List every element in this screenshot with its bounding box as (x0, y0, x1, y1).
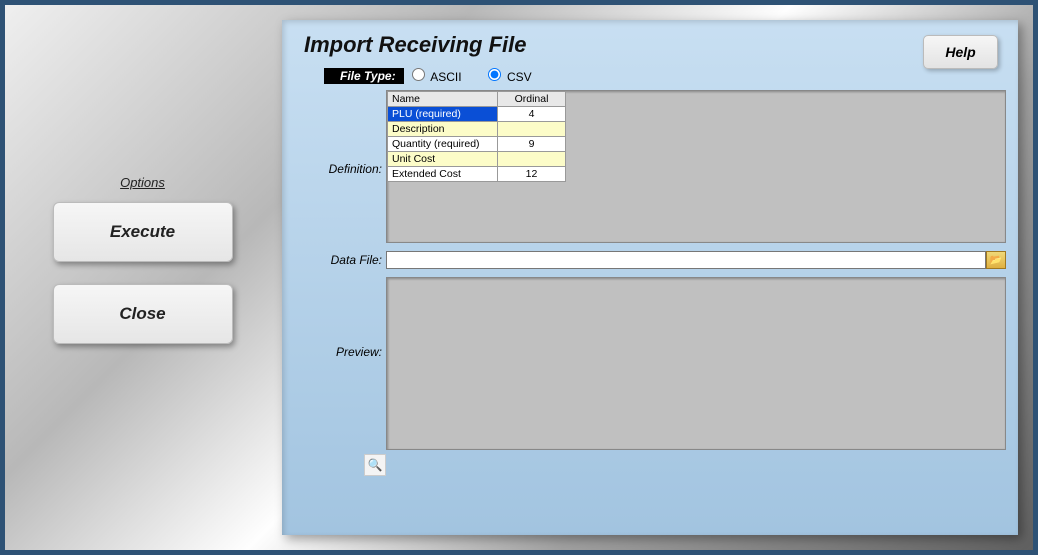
table-row[interactable]: PLU (required)4 (388, 107, 566, 122)
col-header-ordinal[interactable]: Ordinal (498, 92, 566, 107)
radio-ascii-label: ASCII (430, 70, 461, 84)
table-row[interactable]: Description (388, 122, 566, 137)
browse-folder-button[interactable]: 📂 (986, 251, 1006, 269)
definition-label: Definition: (304, 90, 386, 176)
cell-ordinal[interactable]: 12 (498, 167, 566, 182)
radio-csv[interactable] (488, 68, 501, 81)
cell-name[interactable]: Description (388, 122, 498, 137)
table-row[interactable]: Extended Cost12 (388, 167, 566, 182)
data-file-input[interactable] (386, 251, 986, 269)
filetype-option-ascii[interactable]: ASCII (412, 68, 462, 84)
data-file-row: Data File: 📂 (304, 251, 1006, 269)
table-row[interactable]: Quantity (required)9 (388, 137, 566, 152)
data-file-wrap: 📂 (386, 251, 1006, 269)
magnify-button[interactable]: 🔍 (364, 454, 386, 476)
cell-ordinal[interactable]: 4 (498, 107, 566, 122)
cell-ordinal[interactable] (498, 122, 566, 137)
radio-ascii[interactable] (412, 68, 425, 81)
page-title: Import Receiving File (304, 32, 1006, 58)
radio-csv-label: CSV (507, 70, 532, 84)
col-header-name[interactable]: Name (388, 92, 498, 107)
definition-table[interactable]: Name Ordinal PLU (required)4DescriptionQ… (387, 91, 566, 182)
cell-name[interactable]: PLU (required) (388, 107, 498, 122)
preview-row: Preview: (304, 277, 1006, 450)
cell-name[interactable]: Extended Cost (388, 167, 498, 182)
magnify-icon: 🔍 (368, 458, 383, 472)
filetype-row: File Type: ASCII CSV (324, 68, 1006, 84)
cell-name[interactable]: Quantity (required) (388, 137, 498, 152)
options-label: Options (120, 175, 165, 190)
filetype-label: File Type: (324, 68, 404, 84)
definition-row: Definition: Name Ordinal PLU (required)4… (304, 90, 1006, 243)
close-button[interactable]: Close (53, 284, 233, 344)
cell-name[interactable]: Unit Cost (388, 152, 498, 167)
definition-box: Name Ordinal PLU (required)4DescriptionQ… (386, 90, 1006, 243)
preview-box (386, 277, 1006, 450)
cell-ordinal[interactable] (498, 152, 566, 167)
left-panel: Options Execute Close (5, 5, 280, 550)
cell-ordinal[interactable]: 9 (498, 137, 566, 152)
help-button[interactable]: Help (923, 35, 998, 69)
app-window: Options Execute Close Help Import Receiv… (5, 5, 1033, 550)
filetype-option-csv[interactable]: CSV (488, 68, 532, 84)
data-file-label: Data File: (304, 253, 386, 267)
preview-label: Preview: (304, 277, 386, 359)
main-panel: Help Import Receiving File File Type: AS… (282, 20, 1018, 535)
table-row[interactable]: Unit Cost (388, 152, 566, 167)
folder-icon: 📂 (990, 255, 1002, 266)
execute-button[interactable]: Execute (53, 202, 233, 262)
